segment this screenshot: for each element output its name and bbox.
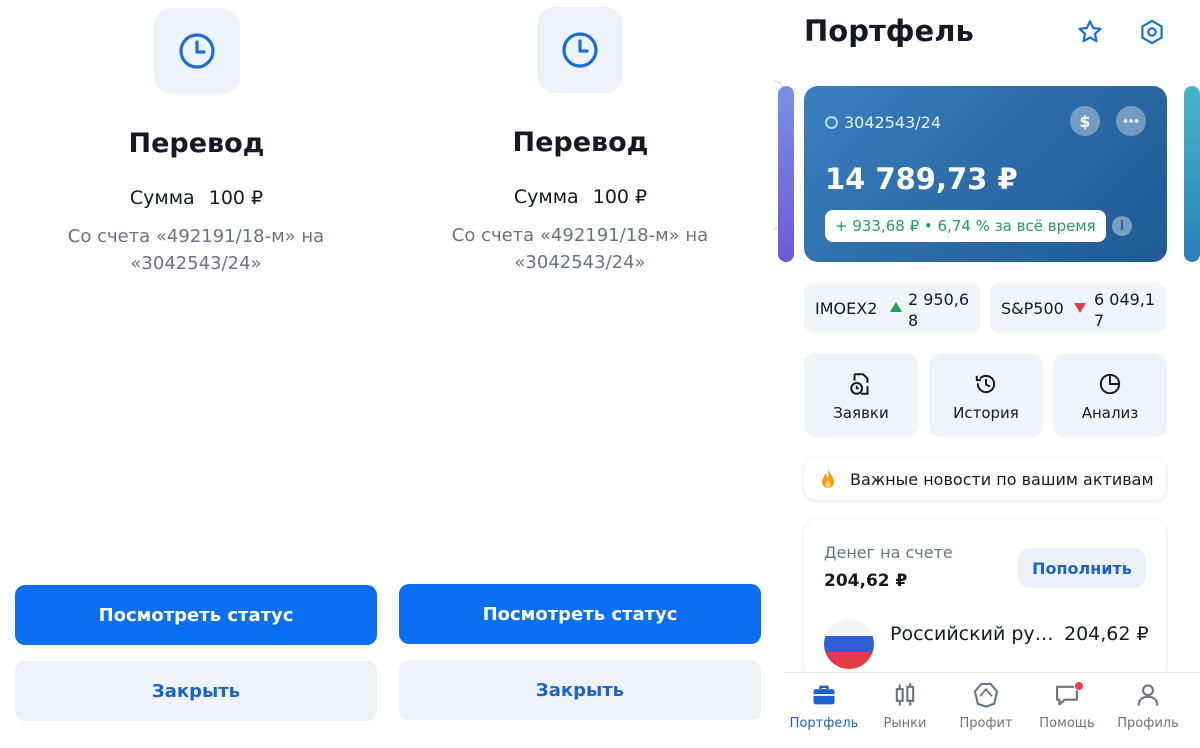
russia-flag-icon bbox=[824, 619, 874, 669]
index-card-sp500[interactable]: S&P500 6 049,17 bbox=[990, 283, 1166, 333]
dollar-icon[interactable]: $ bbox=[1070, 106, 1100, 136]
tab-profit[interactable]: Профит bbox=[946, 673, 1026, 748]
arrow-up-icon bbox=[890, 302, 902, 312]
close-button[interactable]: Закрыть bbox=[399, 660, 761, 720]
transfer-description: Со счета «492191/18-м» на «3042543/24» bbox=[67, 226, 325, 274]
history-icon bbox=[929, 371, 1043, 397]
account-card[interactable]: 3042543/24 $ 14 789,73 ₽ + 933,68 ₽ • 6,… bbox=[804, 86, 1167, 262]
account-balance: 14 789,73 ₽ bbox=[825, 162, 1018, 196]
user-icon bbox=[1108, 681, 1188, 709]
index-value: 2 950,68 bbox=[908, 290, 970, 330]
view-status-button[interactable]: Посмотреть статус bbox=[15, 585, 377, 645]
tab-help[interactable]: Помощь bbox=[1027, 673, 1107, 748]
page-title: Портфель bbox=[804, 14, 974, 48]
transfer-sum: Сумма 100 ₽ bbox=[0, 187, 393, 209]
orders-label: Заявки bbox=[833, 404, 889, 422]
transfer-description: Со счета «492191/18-м» на «3042543/24» bbox=[451, 225, 709, 273]
index-name: IMOEX2 bbox=[815, 299, 878, 318]
analysis-label: Анализ bbox=[1081, 404, 1139, 422]
tab-portfolio[interactable]: Портфель bbox=[784, 673, 864, 748]
chat-icon bbox=[1027, 681, 1107, 709]
more-icon[interactable] bbox=[1116, 106, 1146, 136]
sum-value: 100 ₽ bbox=[592, 186, 648, 208]
page-title: Перевод bbox=[128, 128, 265, 159]
tab-label: Помощь bbox=[1039, 716, 1095, 731]
history-button[interactable]: История bbox=[929, 353, 1043, 437]
sum-label: Сумма bbox=[513, 186, 579, 208]
notification-badge bbox=[1074, 681, 1084, 691]
account-status-dot bbox=[825, 116, 838, 129]
sum-value: 100 ₽ bbox=[208, 187, 264, 209]
cash-label: Денег на счете bbox=[824, 543, 953, 562]
bottom-tab-bar: Портфель Рынки Профит Помощь Профиль bbox=[784, 672, 1200, 748]
sum-label: Сумма bbox=[129, 187, 195, 209]
tab-profile[interactable]: Профиль bbox=[1108, 673, 1188, 748]
tab-label: Профиль bbox=[1117, 716, 1179, 731]
star-icon[interactable] bbox=[1072, 14, 1108, 50]
next-account-card[interactable] bbox=[1184, 86, 1200, 262]
profit-icon bbox=[946, 681, 1026, 709]
info-icon[interactable]: i bbox=[1112, 216, 1132, 236]
close-button[interactable]: Закрыть bbox=[15, 661, 377, 721]
currency-name[interactable]: Российский ру… bbox=[890, 623, 1054, 645]
orders-icon bbox=[804, 371, 918, 397]
index-value: 6 049,17 bbox=[1094, 290, 1156, 330]
transfer-screen-1: Перевод Сумма 100 ₽ Со счета «492191/18-… bbox=[0, 0, 393, 748]
page-title: Перевод bbox=[512, 127, 649, 158]
index-card-imoex2[interactable]: IMOEX2 2 950,68 bbox=[804, 283, 980, 333]
history-label: История bbox=[953, 404, 1019, 422]
profit-badge: + 933,68 ₽ • 6,74 % за всё время bbox=[825, 210, 1106, 242]
arrow-down-icon bbox=[1074, 303, 1086, 313]
view-status-button[interactable]: Посмотреть статус bbox=[399, 584, 761, 644]
transfer-sum: Сумма 100 ₽ bbox=[384, 186, 777, 208]
settings-icon[interactable] bbox=[1134, 14, 1170, 50]
fire-icon bbox=[818, 468, 838, 494]
index-name: S&P500 bbox=[1001, 299, 1064, 318]
orders-button[interactable]: Заявки bbox=[804, 353, 918, 437]
portfolio-screen: Портфель 3042543/24 $ 14 789,73 ₽ + 933,… bbox=[774, 0, 1200, 748]
cash-card: Денег на счете 204,62 ₽ Пополнить Россий… bbox=[804, 519, 1166, 679]
tab-label: Портфель bbox=[789, 716, 859, 731]
briefcase-icon bbox=[784, 681, 864, 709]
cash-amount: 204,62 ₽ bbox=[824, 571, 908, 591]
analysis-button[interactable]: Анализ bbox=[1053, 353, 1167, 437]
transfer-screen-2: Перевод Сумма 100 ₽ Со счета «492191/18-… bbox=[384, 0, 777, 748]
clock-icon bbox=[154, 8, 240, 94]
candles-icon bbox=[865, 681, 945, 709]
currency-amount: 204,62 ₽ bbox=[1064, 623, 1149, 645]
clock-icon bbox=[537, 7, 623, 93]
news-text: Важные новости по вашим активам bbox=[850, 470, 1154, 489]
news-banner[interactable]: Важные новости по вашим активам bbox=[804, 458, 1166, 500]
tab-label: Рынки bbox=[883, 716, 927, 731]
previous-account-card[interactable] bbox=[778, 86, 794, 262]
top-up-button[interactable]: Пополнить bbox=[1018, 548, 1146, 588]
tab-markets[interactable]: Рынки bbox=[865, 673, 945, 748]
account-number: 3042543/24 bbox=[844, 113, 942, 132]
pie-chart-icon bbox=[1053, 371, 1167, 397]
tab-label: Профит bbox=[959, 716, 1013, 731]
